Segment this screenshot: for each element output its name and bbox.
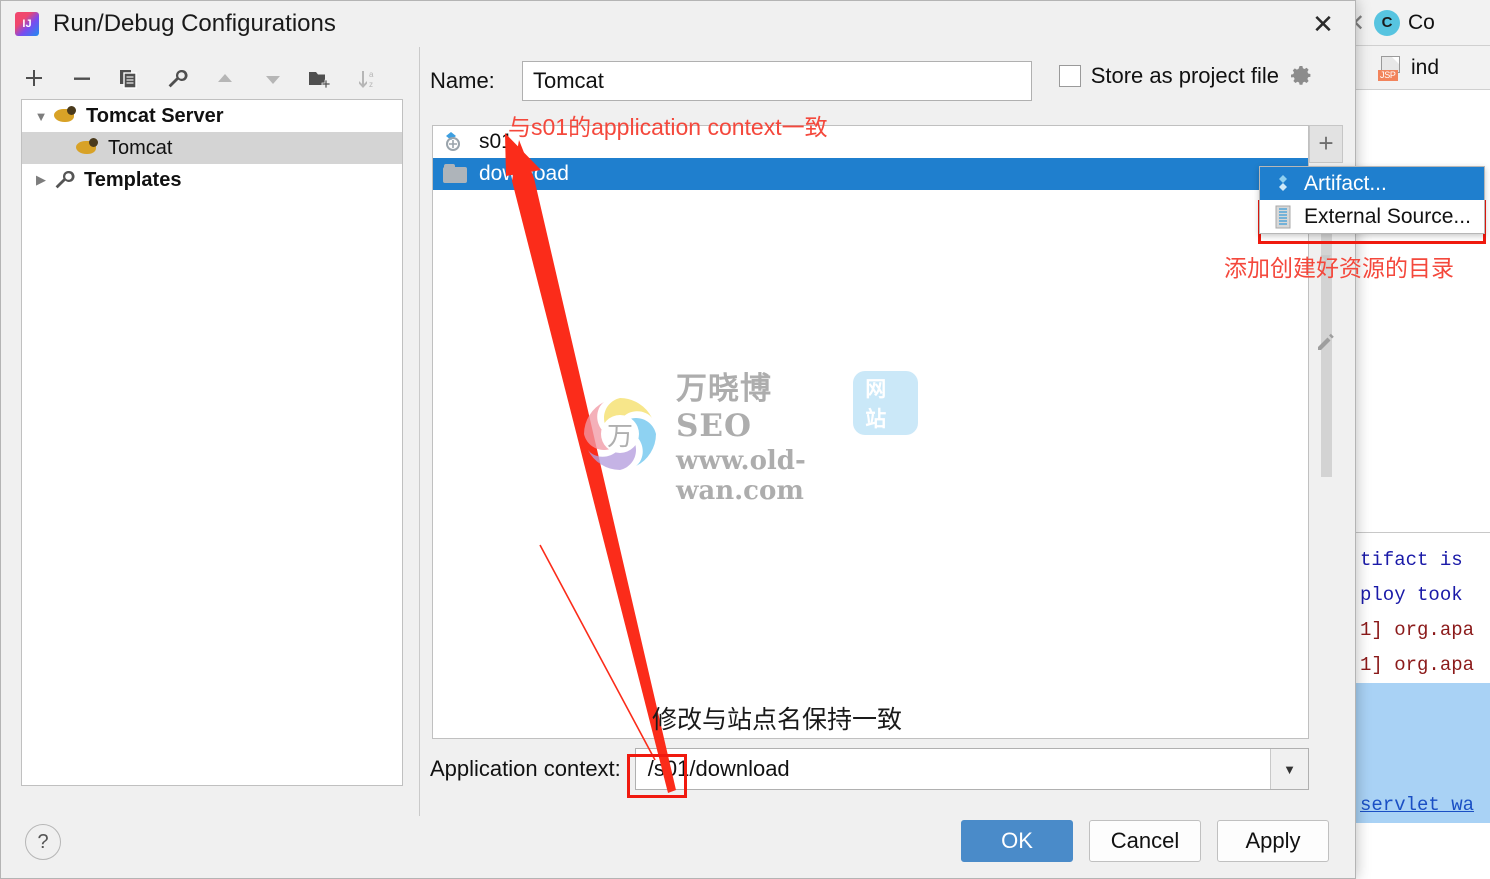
ide-editor-tab[interactable]: C Co (1356, 0, 1490, 46)
svg-text:z: z (369, 80, 373, 89)
tomcat-icon (74, 137, 100, 159)
menu-item-external-source[interactable]: External Source... (1260, 200, 1484, 233)
sidebar-item-tomcat-server[interactable]: ▼ Tomcat Server (22, 100, 402, 132)
store-as-project-file-row[interactable]: Store as project file (1058, 63, 1313, 89)
help-button[interactable]: ? (25, 824, 61, 860)
menu-item-artifact[interactable]: Artifact... (1260, 167, 1484, 200)
wrench-icon[interactable] (164, 66, 190, 92)
console-line-blank (1356, 753, 1490, 788)
console-line: ploy took (1360, 584, 1463, 606)
deployment-row-artifact[interactable]: s01 (433, 126, 1308, 158)
svg-text:a: a (369, 70, 374, 79)
menu-item-label: Artifact... (1304, 171, 1387, 195)
chevron-right-icon[interactable]: ▶ (30, 169, 52, 191)
chevron-down-icon[interactable]: ▼ (1270, 749, 1308, 789)
external-source-icon (1272, 205, 1294, 229)
console-line: 1] org.apa (1360, 654, 1475, 676)
application-context-field[interactable]: /s01/download ▼ (634, 748, 1309, 790)
console-line: tifact is (1360, 549, 1463, 571)
move-up-button[interactable] (212, 66, 238, 92)
remove-configuration-button[interactable] (69, 66, 95, 92)
application-context-row: Application context: /s01/download ▼ (430, 747, 1309, 791)
intellij-idea-icon (15, 12, 39, 36)
name-label: Name: (430, 68, 495, 93)
move-down-deployment-button[interactable] (1309, 239, 1343, 277)
artifact-icon (1272, 172, 1294, 196)
move-down-button[interactable] (260, 66, 286, 92)
store-as-project-file-checkbox[interactable] (1058, 65, 1081, 87)
gear-icon[interactable] (1289, 64, 1313, 88)
ide-file-row[interactable]: JSP ind (1356, 46, 1490, 90)
copy-configuration-button[interactable] (117, 66, 143, 92)
jsp-file-icon: JSP (1378, 55, 1404, 81)
tree-item-label: Tomcat Server (86, 104, 224, 127)
sidebar-item-templates[interactable]: ▶ Templates (22, 164, 402, 196)
menu-item-label: External Source... (1304, 204, 1471, 228)
cancel-button[interactable]: Cancel (1089, 820, 1201, 862)
ok-button[interactable]: OK (961, 820, 1073, 862)
deployment-row-label: download (479, 162, 569, 185)
apply-button[interactable]: Apply (1217, 820, 1329, 862)
configurations-tree[interactable]: ▼ Tomcat Server ▼ ▼ Tomcat ▶ (21, 99, 403, 786)
dialog-titlebar: Run/Debug Configurations ✕ (1, 1, 1355, 47)
add-configuration-button[interactable] (21, 66, 47, 92)
deployment-row-label: s01 (479, 130, 513, 153)
screen: C Co JSP ind tifact is ploy took 1] org.… (0, 0, 1490, 879)
console-link[interactable]: servlet_wa (1356, 788, 1490, 823)
ide-console-output: tifact is ploy took 1] org.apa 1] org.ap… (1356, 532, 1490, 879)
add-deployment-menu[interactable]: Artifact... External Source... (1259, 166, 1485, 234)
name-input[interactable] (522, 61, 1032, 101)
configurations-toolbar: a z (21, 57, 381, 101)
edit-deployment-button[interactable] (1309, 323, 1343, 361)
dialog-button-row: OK Cancel Apply (961, 820, 1329, 862)
tree-item-label: Templates (84, 168, 182, 191)
close-icon[interactable]: ✕ (1307, 9, 1339, 39)
sort-configurations-button[interactable]: a z (355, 66, 381, 92)
application-context-value: /s01/download (647, 756, 790, 781)
run-debug-configurations-dialog: Run/Debug Configurations ✕ (0, 0, 1356, 879)
console-line (1356, 683, 1490, 718)
application-context-label: Application context: (430, 756, 621, 781)
deployment-list[interactable]: s01 download (432, 125, 1309, 739)
ide-tab-label: Co (1408, 10, 1435, 34)
class-icon: C (1374, 9, 1400, 36)
wrench-icon (52, 169, 76, 191)
console-line-blank (1356, 718, 1490, 753)
configurations-left-pane: a z ▼ Tomcat Server ▼ ▼ Tomcat (1, 47, 419, 878)
dialog-title: Run/Debug Configurations (53, 10, 336, 37)
console-line: 1] org.apa (1360, 619, 1475, 641)
store-as-project-file-label: Store as project file (1090, 63, 1279, 88)
ide-bottom-strip (1356, 844, 1490, 879)
tree-item-label: Tomcat (108, 136, 173, 159)
new-folder-button[interactable] (308, 66, 334, 92)
tomcat-icon (52, 105, 78, 127)
add-deployment-button[interactable] (1309, 125, 1343, 163)
chevron-down-icon[interactable]: ▼ (30, 105, 52, 127)
sidebar-item-tomcat[interactable]: ▼ ▼ Tomcat (22, 132, 402, 164)
ide-file-label: ind (1411, 55, 1440, 79)
folder-icon (443, 164, 469, 184)
deployment-row-folder[interactable]: download (433, 158, 1308, 190)
configuration-right-pane: Name: Store as project file (420, 47, 1355, 878)
artifact-icon (443, 130, 469, 154)
ide-editor-area (1356, 90, 1490, 532)
